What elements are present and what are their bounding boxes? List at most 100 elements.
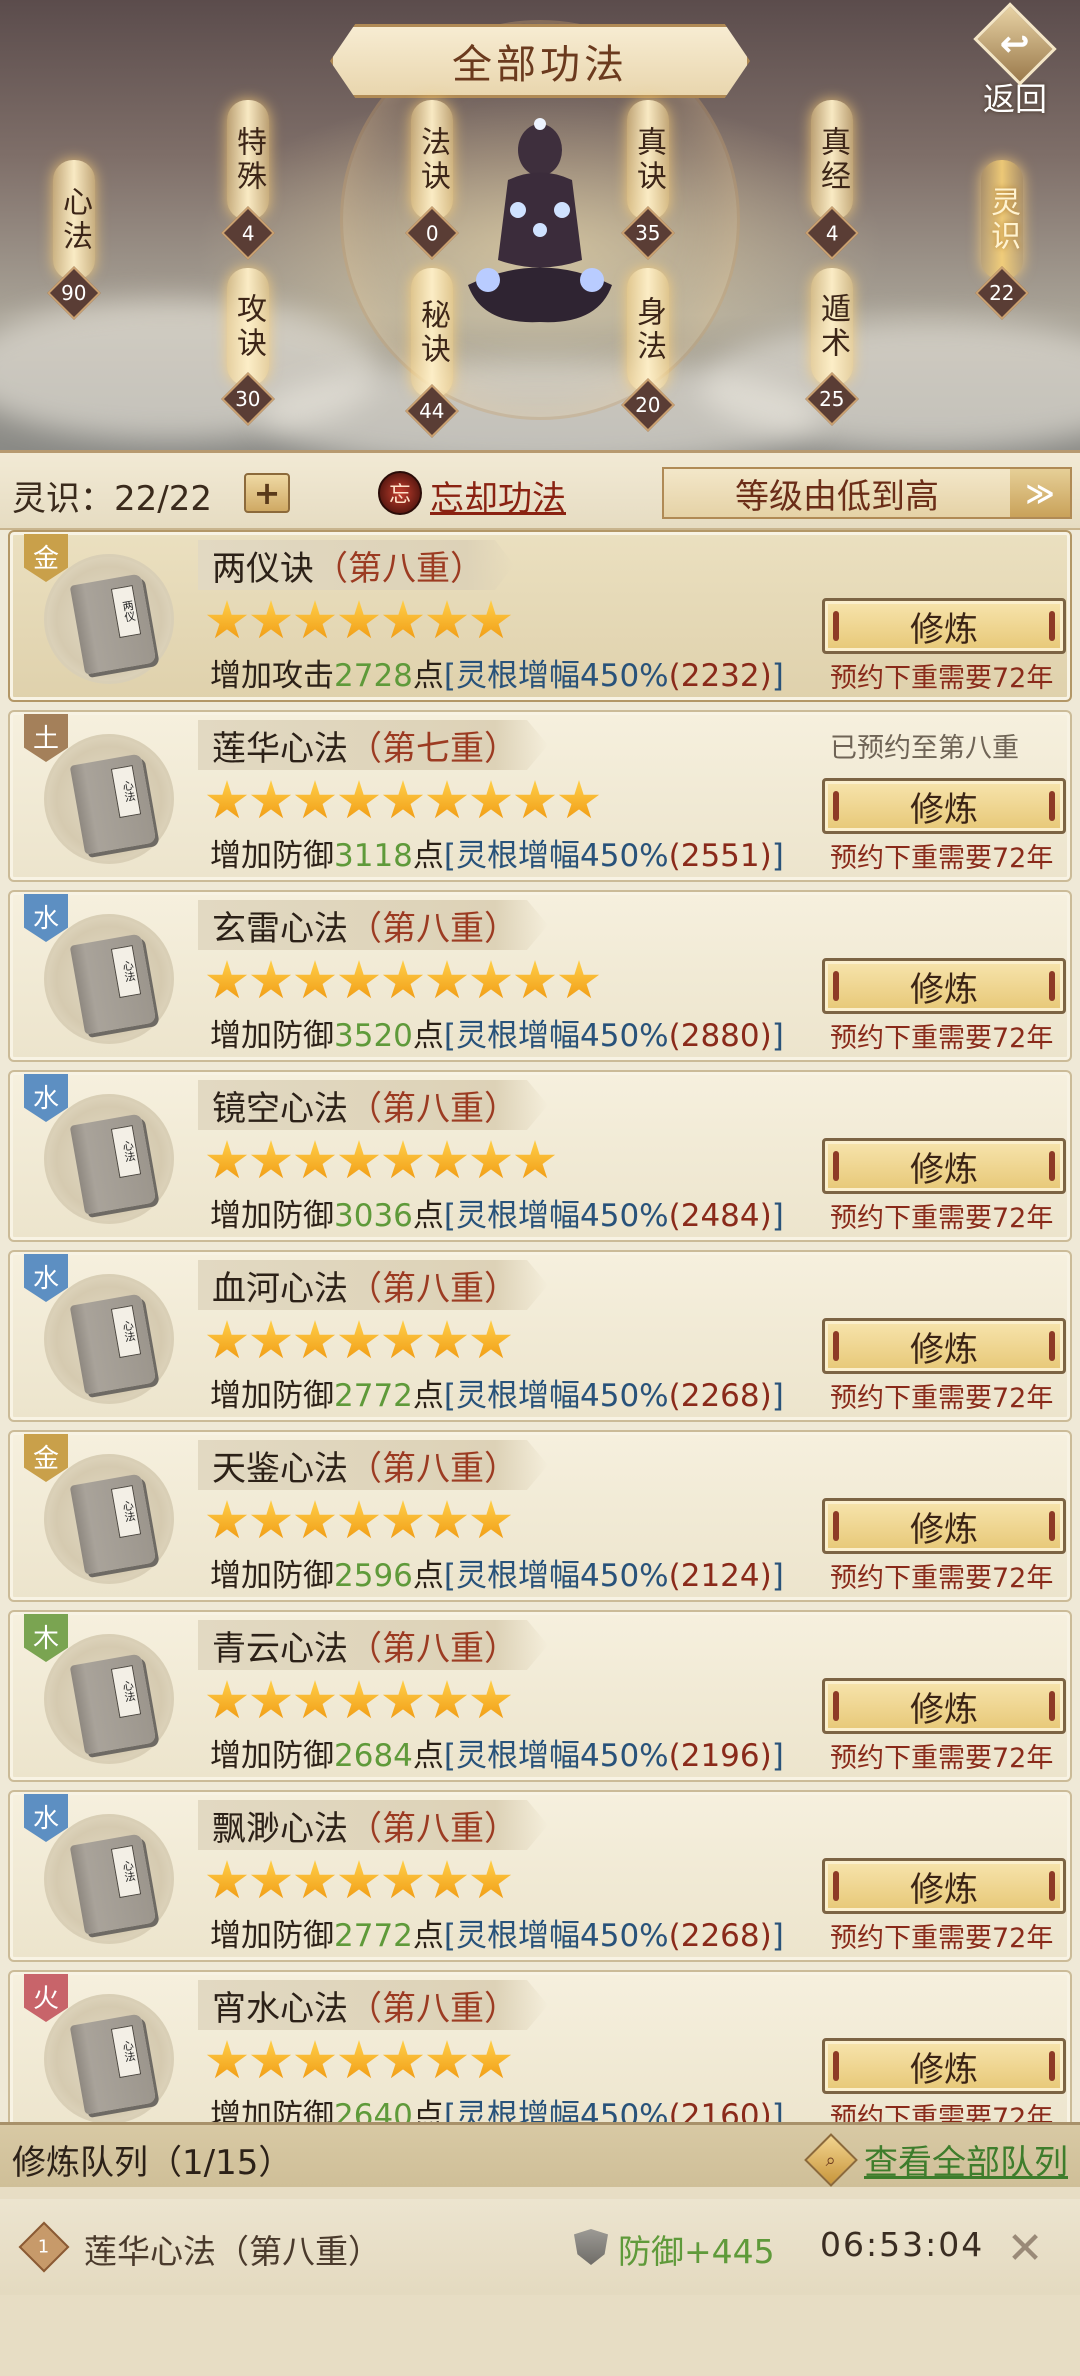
category-teshu[interactable]: 特殊 4	[221, 100, 275, 260]
view-all-queue-label: 查看全部队列	[864, 2143, 1068, 2183]
training-queue: 修炼队列（1/15） ⌕ 查看全部队列 1 莲华心法（第八重） 防御+445 0…	[0, 2122, 1080, 2376]
category-label: 遁术	[815, 293, 850, 361]
category-gongjue[interactable]: 攻诀 30	[221, 268, 275, 426]
star-icon	[470, 1320, 512, 1359]
stat-suffix: 点	[412, 1198, 444, 1234]
root-bonus-close: ]	[771, 1558, 784, 1594]
skill-card[interactable]: 心法水镜空心法 （第八重） 增加防御3036点[灵根增幅450%(2484)] 修炼预…	[8, 1070, 1072, 1242]
train-button[interactable]: 修炼	[822, 958, 1066, 1014]
add-lingshi-button[interactable]: +	[244, 473, 290, 513]
book-label: 心法	[110, 1305, 142, 1359]
queue-item[interactable]: 1 莲华心法（第八重） 防御+445 06:53:04 ✕	[0, 2199, 1080, 2295]
root-bonus-value: (2160)	[668, 2098, 772, 2122]
train-button[interactable]: 修炼	[822, 778, 1066, 834]
book-icon: 两仪	[44, 554, 174, 684]
star-icon	[338, 960, 380, 999]
category-xinfa[interactable]: 心法 90	[47, 160, 101, 320]
star-rating	[206, 2040, 514, 2082]
train-button[interactable]: 修炼	[822, 598, 1066, 654]
root-bonus-close: ]	[771, 1738, 784, 1774]
category-label: 真经	[815, 126, 850, 194]
star-rating	[206, 1320, 514, 1362]
root-bonus: [灵根增幅450%	[443, 1558, 669, 1594]
star-icon	[514, 780, 556, 819]
skill-effect: 增加防御2596点[灵根增幅450%(2124)]	[210, 1550, 784, 1595]
category-lingshi[interactable]: 灵识 22	[975, 160, 1029, 320]
star-icon	[338, 1680, 380, 1719]
skill-card[interactable]: 心法水飘渺心法 （第八重） 增加防御2772点[灵根增幅450%(2268)] 修炼预…	[8, 1790, 1072, 1962]
category-count: 25	[819, 386, 845, 411]
category-label: 法诀	[415, 126, 450, 194]
back-button[interactable]: ↩ 返回	[960, 2, 1070, 120]
root-bonus-close: ]	[771, 1918, 784, 1954]
root-bonus: [灵根增幅450%	[443, 838, 669, 874]
cancel-icon[interactable]: ✕	[1002, 2223, 1048, 2274]
skill-title: 两仪诀 （第八重）	[198, 540, 514, 590]
book-icon: 心法	[44, 734, 174, 864]
star-icon	[294, 1500, 336, 1539]
book-icon: 心法	[44, 1994, 174, 2122]
category-label: 真诀	[631, 126, 666, 194]
category-shenfa[interactable]: 身法 20	[621, 268, 675, 432]
skill-tier: （第七重）	[348, 728, 518, 769]
skill-name: 玄雷心法	[212, 908, 348, 949]
stat-suffix: 点	[412, 1558, 444, 1594]
skill-card[interactable]: 心法金天鉴心法 （第八重） 增加防御2596点[灵根增幅450%(2124)] 修炼预…	[8, 1430, 1072, 1602]
star-icon	[382, 780, 424, 819]
skill-list[interactable]: 两仪金两仪诀 （第八重） 增加攻击2728点[灵根增幅450%(2232)] 修炼 预约…	[0, 530, 1080, 2122]
queue-index-badge: 1	[18, 2221, 70, 2273]
page-title-text: 全部功法	[452, 42, 628, 88]
stat-suffix: 点	[412, 658, 444, 694]
star-icon	[250, 780, 292, 819]
skill-card[interactable]: 心法水玄雷心法 （第八重） 增加防御3520点[灵根增幅450%(2880)] 修炼预…	[8, 890, 1072, 1062]
star-icon	[514, 960, 556, 999]
star-icon	[250, 1860, 292, 1899]
star-icon	[250, 1680, 292, 1719]
category-zhenjue[interactable]: 真诀 35	[621, 100, 675, 260]
root-bonus: [灵根增幅450%	[443, 1738, 669, 1774]
skill-card[interactable]: 心法火宵水心法 （第八重） 增加防御2640点[灵根增幅450%(2160)] 修炼预…	[8, 1970, 1072, 2122]
book-icon: 心法	[44, 1274, 174, 1404]
forget-skill-link[interactable]: 忘却功法	[430, 471, 566, 520]
forget-icon[interactable]: 忘	[378, 471, 422, 515]
root-bonus-value: (2551)	[668, 838, 772, 874]
book-label: 心法	[110, 945, 142, 999]
category-mijue[interactable]: 秘诀 44	[405, 268, 459, 438]
category-label: 心法	[57, 186, 92, 254]
category-count: 90	[61, 280, 87, 305]
train-button[interactable]: 修炼	[822, 1498, 1066, 1554]
stat-value: 2684	[334, 1738, 413, 1774]
next-tier-note: 预约下重需要72年	[830, 1023, 1054, 1054]
skill-card[interactable]: 两仪金两仪诀 （第八重） 增加攻击2728点[灵根增幅450%(2232)] 修炼 预约…	[8, 530, 1072, 702]
star-icon	[294, 2040, 336, 2079]
star-icon	[250, 600, 292, 639]
view-all-queue-link[interactable]: ⌕ 查看全部队列	[804, 2132, 1068, 2187]
stat-suffix: 点	[412, 1738, 444, 1774]
star-icon	[426, 960, 468, 999]
skill-title: 莲华心法 （第七重）	[198, 720, 548, 770]
category-dunshu[interactable]: 遁术 25	[805, 268, 859, 426]
category-zhenjing[interactable]: 真经 4	[805, 100, 859, 260]
train-button[interactable]: 修炼	[822, 1858, 1066, 1914]
stat-prefix: 增加防御	[210, 838, 334, 874]
skill-card[interactable]: 心法水血河心法 （第八重） 增加防御2772点[灵根增幅450%(2268)] 修炼预…	[8, 1250, 1072, 1422]
sort-dropdown[interactable]: 等级由低到高 ≫	[662, 467, 1072, 519]
star-icon	[206, 780, 248, 819]
skill-card[interactable]: 心法土莲华心法 （第七重） 增加防御3118点[灵根增幅450%(2551)] 已预约…	[8, 710, 1072, 882]
star-icon	[382, 1320, 424, 1359]
star-icon	[338, 1140, 380, 1179]
skill-effect: 增加防御3118点[灵根增幅450%(2551)]	[210, 830, 784, 875]
book-label: 两仪	[110, 585, 142, 639]
train-button[interactable]: 修炼	[822, 1138, 1066, 1194]
category-fajue[interactable]: 法诀 0	[405, 100, 459, 260]
train-button[interactable]: 修炼	[822, 1678, 1066, 1734]
train-button[interactable]: 修炼	[822, 2038, 1066, 2094]
queue-title-text: 修炼队列	[12, 2143, 148, 2183]
star-icon	[294, 1680, 336, 1719]
train-button[interactable]: 修炼	[822, 1318, 1066, 1374]
chevron-down-icon: ≫	[1010, 469, 1070, 517]
skill-tier: （第八重）	[348, 1268, 518, 1309]
next-tier-note: 预约下重需要72年	[830, 663, 1054, 694]
skill-card[interactable]: 心法木青云心法 （第八重） 增加防御2684点[灵根增幅450%(2196)] 修炼预…	[8, 1610, 1072, 1782]
star-icon	[206, 1320, 248, 1359]
